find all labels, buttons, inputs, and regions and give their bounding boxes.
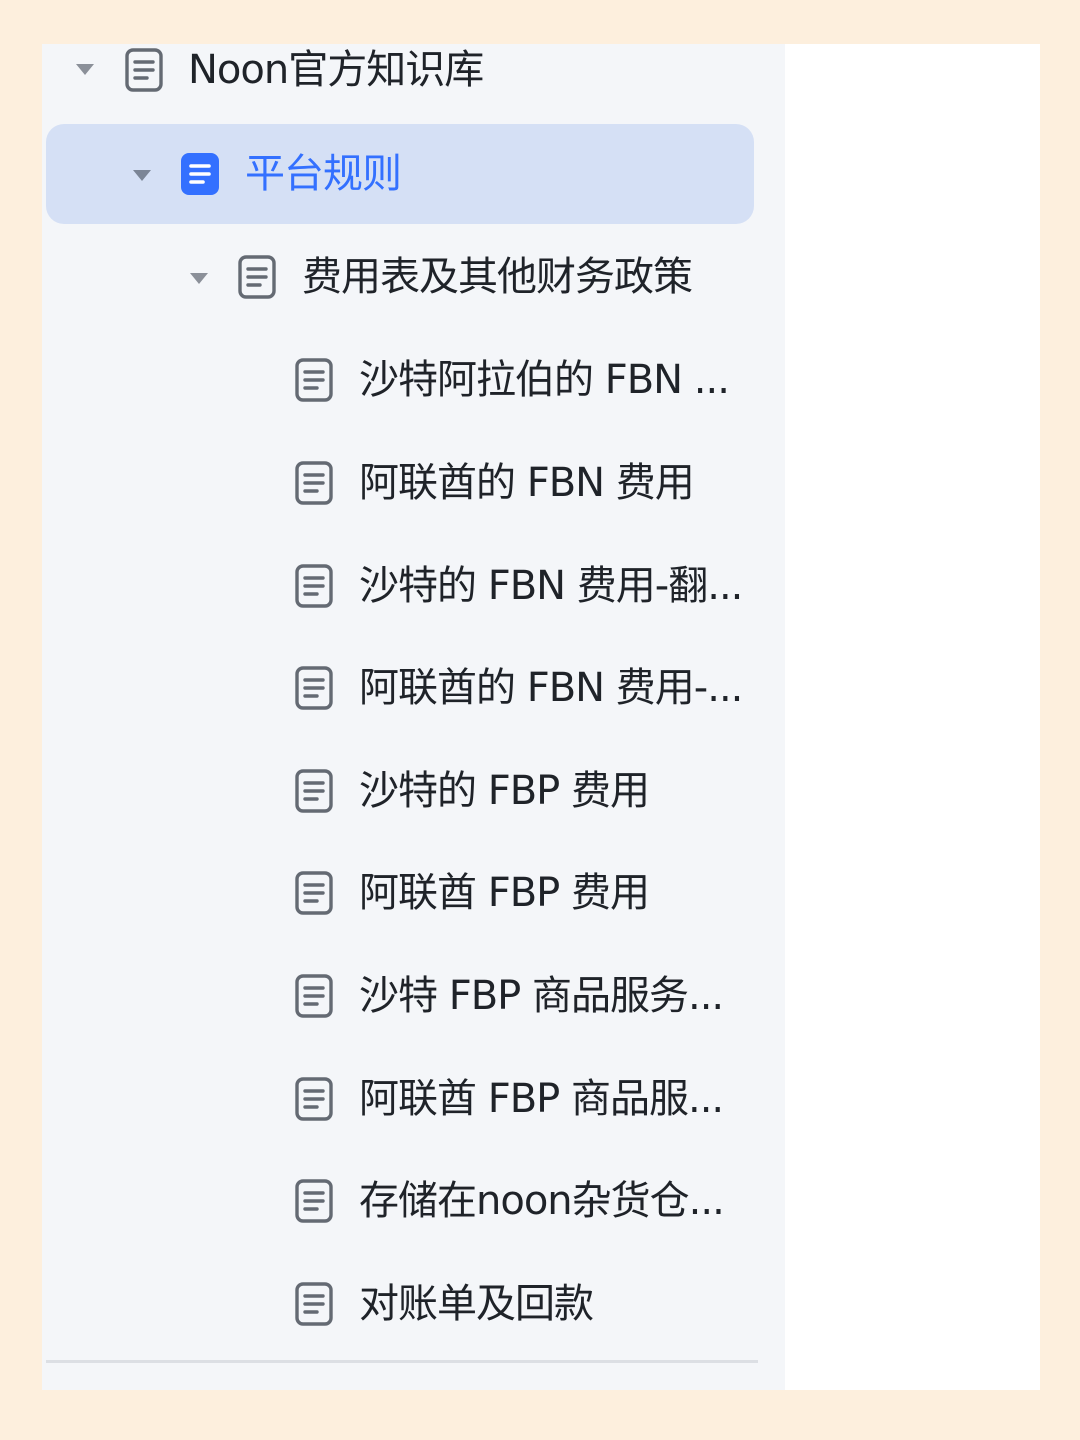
- tree-page-item[interactable]: 阿联酋 FBP 费用: [46, 842, 754, 942]
- document-icon: [295, 974, 333, 1018]
- caret-down-icon[interactable]: [133, 170, 151, 181]
- knowledge-base-sidebar: Noon官方知识库 平台规则 费用表及其他财务政策 沙特阿拉伯的 FBN ...…: [42, 44, 785, 1390]
- tree-node-subsection[interactable]: 费用表及其他财务政策: [46, 226, 754, 326]
- tree-page-label: 沙特的 FBN 费用-翻...: [359, 563, 743, 609]
- document-icon: [295, 871, 333, 915]
- tree-page-item[interactable]: 沙特的 FBP 费用: [46, 740, 754, 840]
- document-filled-icon: [181, 153, 219, 195]
- document-icon: [295, 461, 333, 505]
- tree-page-label: 对账单及回款: [359, 1281, 594, 1327]
- document-icon: [295, 564, 333, 608]
- tree-page-label: 阿联酋的 FBN 费用: [359, 460, 695, 506]
- tree-page-label: 沙特的 FBP 费用: [359, 768, 650, 814]
- tree-page-label: 阿联酋 FBP 商品服...: [359, 1076, 724, 1122]
- tree-node-section-selected[interactable]: 平台规则: [46, 124, 754, 224]
- document-icon: [295, 1179, 333, 1223]
- document-icon: [295, 358, 333, 402]
- tree-page-item[interactable]: 阿联酋 FBP 商品服...: [46, 1048, 754, 1148]
- tree-page-item[interactable]: 存储在noon杂货仓...: [46, 1150, 754, 1250]
- tree-node-label: 费用表及其他财务政策: [302, 254, 693, 300]
- tree-node-root[interactable]: Noon官方知识库: [46, 20, 754, 120]
- app-frame: Noon官方知识库 平台规则 费用表及其他财务政策 沙特阿拉伯的 FBN ...…: [42, 44, 1040, 1390]
- document-icon: [125, 48, 163, 92]
- document-icon: [295, 769, 333, 813]
- caret-down-icon[interactable]: [76, 64, 94, 75]
- tree-page-item[interactable]: 沙特的 FBN 费用-翻...: [46, 535, 754, 635]
- document-content-area: [785, 44, 1040, 1390]
- tree-page-label: 阿联酋 FBP 费用: [359, 870, 650, 916]
- document-icon: [295, 666, 333, 710]
- tree-page-label: 沙特阿拉伯的 FBN ...: [359, 357, 730, 403]
- caret-down-icon[interactable]: [190, 273, 208, 284]
- tree-node-label: Noon官方知识库: [188, 47, 484, 93]
- sidebar-divider: [46, 1360, 758, 1363]
- document-icon: [295, 1282, 333, 1326]
- document-icon: [238, 255, 276, 299]
- tree-page-item[interactable]: 沙特阿拉伯的 FBN ...: [46, 329, 754, 429]
- tree-page-item[interactable]: 阿联酋的 FBN 费用-...: [46, 637, 754, 737]
- document-icon: [295, 1077, 333, 1121]
- tree-node-label: 平台规则: [245, 151, 402, 197]
- tree-page-label: 存储在noon杂货仓...: [359, 1178, 725, 1224]
- tree-page-label: 沙特 FBP 商品服务...: [359, 973, 724, 1019]
- tree-page-item[interactable]: 阿联酋的 FBN 费用: [46, 432, 754, 532]
- tree-page-item[interactable]: 对账单及回款: [46, 1253, 754, 1353]
- tree-page-item[interactable]: 沙特 FBP 商品服务...: [46, 945, 754, 1045]
- tree-page-label: 阿联酋的 FBN 费用-...: [359, 665, 743, 711]
